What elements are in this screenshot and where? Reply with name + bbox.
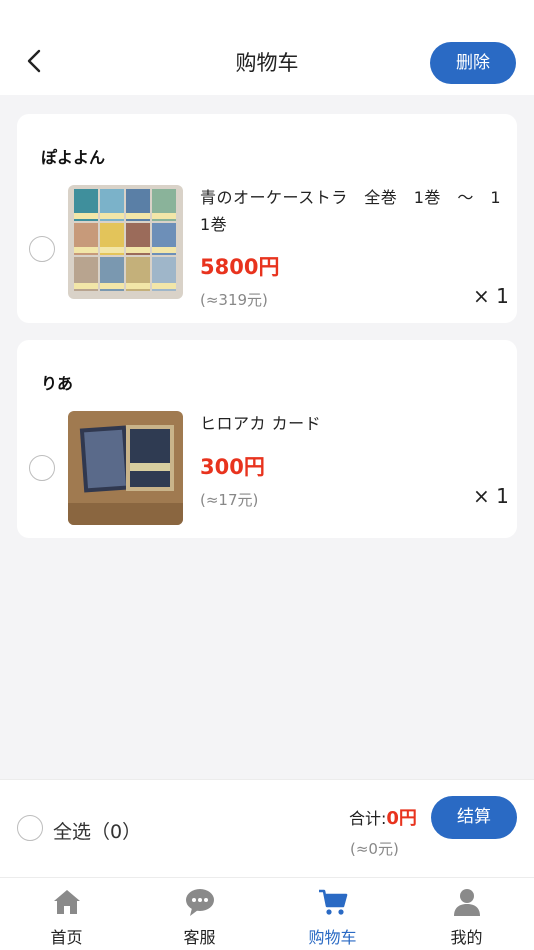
select-all-checkbox[interactable] [17, 815, 43, 841]
card-image [68, 411, 183, 525]
product-price: 300円 [200, 455, 265, 479]
top-bar: 购物车 删除 [0, 0, 534, 95]
checkout-button[interactable]: 结算 [431, 796, 517, 839]
product-price-approx: (≈17元) [200, 491, 259, 509]
user-icon [453, 889, 480, 916]
product-price-approx: (≈319元) [200, 291, 268, 309]
cart-icon [318, 889, 347, 915]
quantity: × 1 [473, 484, 509, 508]
chat-icon [185, 889, 214, 916]
manga-set-image [68, 185, 183, 299]
total-price: 合计:0円 [349, 808, 417, 829]
tab-home[interactable]: 首页 [0, 878, 133, 950]
item-select-checkbox[interactable] [29, 236, 55, 262]
product-thumbnail[interactable] [68, 411, 183, 525]
seller-name: りあ [41, 374, 74, 393]
seller-name: ぽよよん [41, 148, 106, 167]
home-icon [53, 890, 80, 914]
total-approx: (≈0元) [350, 840, 399, 858]
quantity: × 1 [473, 284, 509, 308]
bottom-tab-bar: 首页 客服 购物车 我的 [0, 877, 534, 950]
tab-profile[interactable]: 我的 [400, 878, 533, 950]
total-value: 0円 [386, 808, 417, 829]
tab-service[interactable]: 客服 [133, 878, 266, 950]
tab-cart[interactable]: 购物车 [266, 878, 399, 950]
product-thumbnail[interactable] [68, 185, 183, 299]
product-name[interactable]: 青のオーケーストラ 全巻 1巻 ～ 1 1巻 [200, 184, 505, 238]
product-name[interactable]: ヒロアカ カード [200, 410, 505, 437]
store-card: りあ ヒロアカ カード 300円 (≈17元) × 1 [17, 340, 517, 538]
delete-button[interactable]: 删除 [430, 42, 516, 84]
cart-summary-bar: 全选（0） 合计:0円 (≈0元) 结算 [0, 779, 534, 877]
store-card: ぽよよん 青のオーケーストラ 全巻 1巻 ～ 1 1巻 5800円 (≈319元… [17, 114, 517, 323]
select-all-label[interactable]: 全选（0） [53, 817, 141, 844]
item-select-checkbox[interactable] [29, 455, 55, 481]
product-price: 5800円 [200, 255, 280, 279]
